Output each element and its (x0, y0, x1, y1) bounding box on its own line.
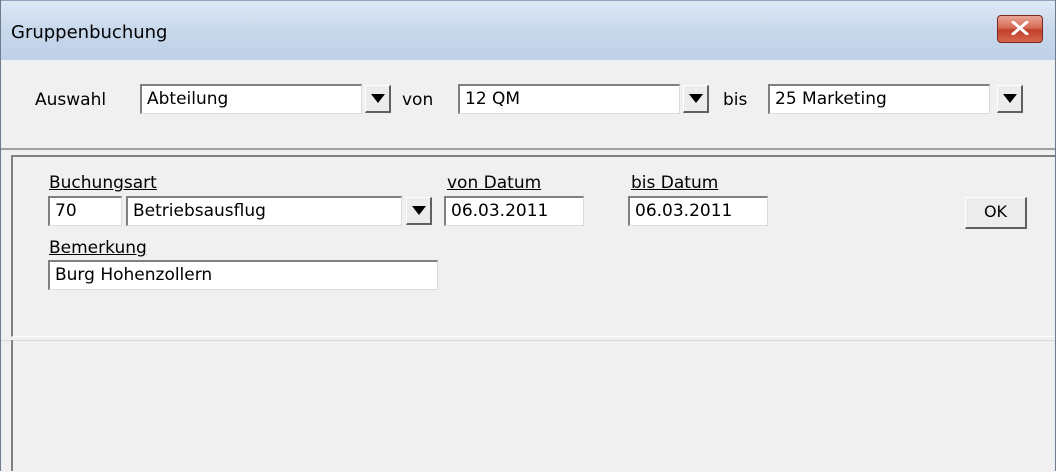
selection-from-field[interactable]: 12 QM (458, 84, 680, 114)
lower-panel-edge (1, 340, 13, 471)
remark-value: Burg Hohenzollern (55, 265, 213, 285)
chevron-down-icon (689, 94, 703, 103)
close-icon (1011, 21, 1029, 35)
selection-from-dropdown-button[interactable] (683, 85, 709, 113)
to-date-field[interactable]: 06.03.2011 (628, 196, 768, 226)
title-bar[interactable]: Gruppenbuchung (1, 0, 1055, 61)
selection-to-value: 25 Marketing (775, 89, 887, 109)
selection-from-value: 12 QM (465, 89, 521, 109)
selection-type-value: Abteilung (147, 89, 229, 109)
booking-type-dropdown-button[interactable] (406, 197, 432, 225)
booking-type-label: Buchungsart (49, 173, 157, 193)
booking-type-code-field[interactable]: 70 (48, 196, 122, 226)
dialog-window: Gruppenbuchung Auswahl Abteilung von 12 … (0, 0, 1056, 472)
to-date-value: 06.03.2011 (635, 201, 733, 221)
from-date-value: 06.03.2011 (451, 201, 549, 221)
remark-label: Bemerkung (49, 238, 147, 258)
selection-type-field[interactable]: Abteilung (140, 84, 362, 114)
booking-type-name: Betriebsausflug (133, 201, 266, 221)
selection-label: Auswahl (35, 90, 107, 110)
from-date-label: von Datum (447, 173, 542, 193)
selection-type-dropdown-button[interactable] (365, 85, 391, 113)
to-date-label: bis Datum (631, 173, 719, 193)
from-date-field[interactable]: 06.03.2011 (444, 196, 584, 226)
chevron-down-icon (371, 94, 385, 103)
lower-panel (1, 340, 1055, 472)
booking-type-name-field[interactable]: Betriebsausflug (126, 196, 402, 226)
ok-button[interactable]: OK (965, 197, 1027, 229)
chevron-down-icon (412, 206, 426, 215)
selection-to-label: bis (723, 90, 748, 110)
selection-to-dropdown-button[interactable] (997, 85, 1023, 113)
remark-field[interactable]: Burg Hohenzollern (48, 260, 438, 290)
selection-panel: Auswahl Abteilung von 12 QM bis 25 Marke… (1, 60, 1055, 150)
close-button[interactable] (997, 15, 1043, 43)
booking-type-code: 70 (55, 201, 77, 221)
selection-to-field[interactable]: 25 Marketing (768, 84, 990, 114)
window-title: Gruppenbuchung (11, 22, 168, 43)
selection-from-label: von (402, 90, 434, 110)
chevron-down-icon (1003, 94, 1017, 103)
